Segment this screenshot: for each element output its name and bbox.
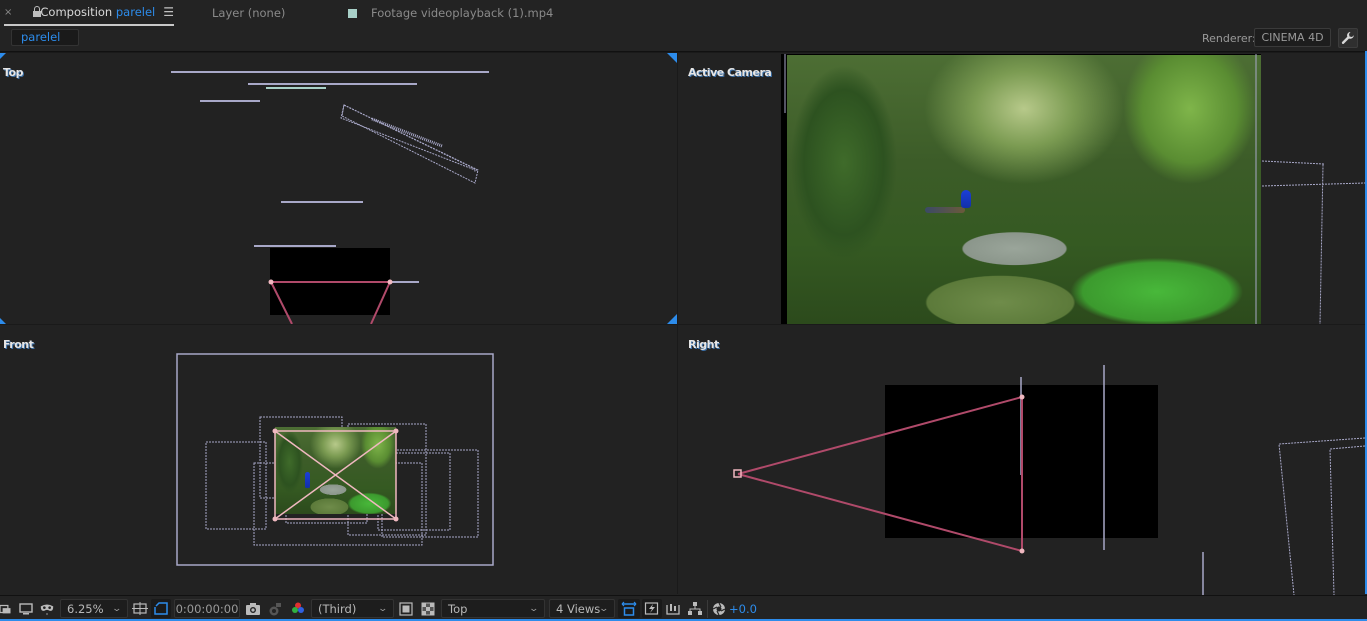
always-preview-icon — [0, 604, 11, 613]
right-view-scene — [733, 365, 1365, 595]
always-preview-button[interactable] — [0, 599, 14, 618]
region-of-interest-button[interactable] — [132, 599, 148, 618]
composition-breadcrumb[interactable]: parelel — [11, 29, 79, 46]
viewport-active-camera[interactable]: Active Camera — [678, 53, 1365, 324]
viewport-right[interactable]: Right — [678, 325, 1365, 595]
layer-handle — [393, 428, 399, 434]
layer-handle — [272, 516, 278, 522]
channel-button[interactable] — [289, 599, 307, 618]
tab-layer[interactable]: Layer (none) — [212, 0, 285, 26]
3d-view-value: Top — [448, 601, 468, 616]
tab-footage-label: Footage videoplayback (1).mp4 — [371, 6, 554, 20]
chevron-down-icon: ⌄ — [598, 603, 610, 614]
show-snapshot-icon — [269, 602, 281, 615]
chevron-down-icon: ⌄ — [528, 603, 540, 614]
viewport-right-label: Right — [688, 338, 719, 351]
viewport-top-label: Top — [3, 66, 23, 79]
viewport-front-label: Front — [3, 338, 34, 351]
magnification-dropdown[interactable]: 6.25% ⌄ — [60, 599, 128, 618]
front-view-overlay — [272, 428, 399, 522]
viewport-corner-marker — [0, 53, 6, 59]
timecode-value: 0:00:00:00 — [175, 601, 239, 616]
camera-handle — [1019, 548, 1025, 554]
composition-viewer[interactable]: Top Active Camera Front Right — [0, 51, 1367, 595]
viewport-front[interactable]: Front — [0, 325, 677, 595]
chevron-down-icon: ⌄ — [377, 603, 389, 614]
take-snapshot-button[interactable] — [245, 599, 261, 618]
view-selector-value: (Third) — [318, 601, 357, 616]
tab-composition[interactable]: × Composition parelel ☰ — [4, 0, 174, 26]
transparency-grid-button[interactable] — [420, 599, 436, 618]
flowchart-icon — [688, 601, 702, 615]
checkerboard-icon — [421, 602, 435, 615]
fast-previews-icon — [644, 601, 659, 615]
mask-visibility-button[interactable] — [38, 599, 56, 618]
fast-previews-button[interactable] — [642, 599, 662, 618]
region-of-interest-icon — [132, 601, 148, 615]
rotated-layer-outline — [341, 104, 479, 184]
renderer-label: Renderer: — [1202, 32, 1256, 45]
wrench-icon — [1341, 32, 1354, 44]
rotated-layer-outline — [340, 104, 479, 172]
share-view-options-button[interactable] — [618, 599, 640, 618]
toolbar-divider — [707, 600, 708, 618]
viewport-corner-marker — [0, 318, 6, 324]
reset-exposure-button[interactable] — [711, 599, 727, 618]
exposure-value[interactable]: +0.0 — [729, 599, 757, 618]
layer-wire — [1261, 182, 1365, 187]
viewport-top[interactable]: Top — [0, 53, 677, 324]
close-tab-icon[interactable]: × — [4, 7, 12, 18]
active-camera-overlay — [784, 54, 1365, 324]
toggle-transparency-grid-button[interactable] — [151, 599, 171, 618]
viewport-corner-marker — [667, 53, 677, 63]
layer-handle — [393, 516, 399, 522]
timeline-icon — [666, 603, 680, 615]
composition-navigator-bar: parelel Renderer: CINEMA 4D — [0, 26, 1367, 50]
renderer-select[interactable]: CINEMA 4D — [1254, 28, 1331, 47]
view-layout-value: 4 Views — [556, 601, 601, 616]
chevron-down-icon: ⌄ — [111, 603, 123, 614]
top-view-scene — [171, 71, 489, 324]
viewer-toolbar: 6.25% ⌄ 0:00:00:00 (Third) ⌄ Top ⌄ 4 Vie… — [0, 595, 1367, 621]
share-view-icon — [621, 601, 637, 616]
layer-wire — [1329, 445, 1365, 595]
view-selector-dropdown[interactable]: (Third) ⌄ — [311, 599, 394, 618]
current-time-display[interactable]: 0:00:00:00 — [174, 599, 240, 618]
reset-exposure-icon — [712, 602, 726, 615]
viewport-active-camera-label: Active Camera — [688, 66, 772, 79]
monitor-icon — [19, 602, 33, 614]
tab-layer-label: Layer (none) — [212, 6, 286, 20]
tab-composition-prefix: Composition — [40, 5, 113, 19]
3d-view-dropdown[interactable]: Top ⌄ — [441, 599, 545, 618]
viewport-corner-marker — [667, 314, 677, 324]
monitor-button[interactable] — [18, 599, 34, 618]
rotated-layer-inner — [371, 117, 443, 148]
mask-visibility-icon — [40, 604, 54, 615]
layer-wire — [1278, 437, 1365, 595]
tab-composition-name: parelel — [115, 5, 156, 19]
camera-handle — [387, 279, 393, 285]
view-layout-dropdown[interactable]: 4 Views ⌄ — [549, 599, 615, 618]
channel-rgb-icon — [292, 602, 304, 613]
panel-tab-bar: × Composition parelel ☰ Layer (none) Foo… — [0, 0, 1367, 26]
flowchart-button[interactable] — [687, 599, 703, 618]
snapshot-icon — [246, 602, 260, 615]
toggle-transparency-grid-icon — [154, 601, 168, 615]
show-snapshot-button[interactable] — [267, 599, 283, 618]
camera-handle — [1019, 394, 1025, 400]
renderer-settings-button[interactable] — [1338, 28, 1358, 48]
magnification-value: 6.25% — [67, 601, 104, 616]
footage-label-swatch — [348, 8, 357, 18]
tab-footage[interactable]: Footage videoplayback (1).mp4 — [348, 0, 553, 26]
toggle-view-mask-button[interactable] — [398, 599, 414, 618]
timeline-button[interactable] — [665, 599, 681, 618]
layer-handle — [272, 428, 278, 434]
toggle-view-mask-icon — [399, 601, 413, 616]
camera-handle — [268, 279, 274, 285]
panel-menu-icon[interactable]: ☰ — [163, 5, 174, 19]
